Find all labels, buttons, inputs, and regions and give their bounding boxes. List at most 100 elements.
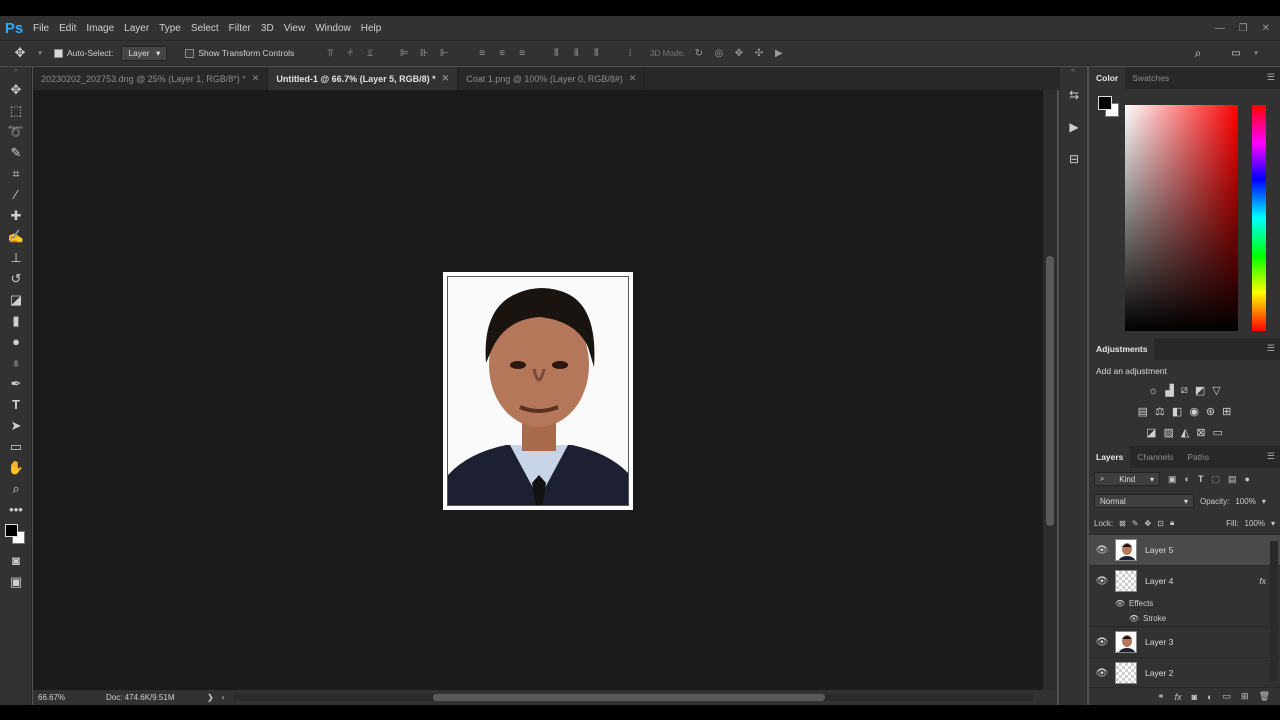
selective-color-icon[interactable]: ⊠ — [1196, 426, 1205, 439]
visibility-eye-icon[interactable]: 👁︎ — [1089, 614, 1143, 623]
panel-menu-icon[interactable]: ☰ — [1267, 451, 1275, 462]
visibility-eye-icon[interactable]: 👁︎ — [1089, 637, 1115, 648]
move-icon[interactable]: ✥ — [0, 79, 32, 100]
clone-stamp-icon[interactable]: ⊥ — [0, 247, 32, 268]
close-button[interactable]: ✕ — [1262, 23, 1270, 34]
show-transform-toggle[interactable]: Show Transform Controls — [185, 48, 294, 58]
visibility-eye-icon[interactable]: 👁︎ — [1089, 576, 1115, 587]
align-right-icon[interactable]: ⊩ — [438, 47, 450, 59]
document-canvas[interactable] — [443, 272, 633, 510]
3d-pan-icon[interactable]: ✥ — [733, 47, 745, 59]
auto-select-toggle[interactable]: Auto-Select: — [54, 48, 113, 58]
filter-kind-dropdown[interactable]: ⌕ Kind ▾ — [1094, 472, 1160, 486]
distribute-left-icon[interactable]: ⦀ — [550, 47, 562, 59]
tab-document-1[interactable]: 20230202_202753.dng @ 25% (Layer 1, RGB/… — [33, 67, 269, 90]
hue-slider[interactable] — [1252, 105, 1266, 331]
horizontal-scrollbar[interactable] — [233, 694, 1033, 701]
distribute-hcenter-icon[interactable]: ⦀ — [570, 47, 582, 59]
close-icon[interactable]: ✕ — [629, 73, 637, 84]
menu-select[interactable]: Select — [186, 23, 224, 34]
search-icon[interactable]: ⌕ — [1192, 46, 1204, 60]
tab-color[interactable]: Color — [1089, 67, 1126, 89]
new-group-icon[interactable]: ▭ — [1223, 691, 1232, 702]
menu-file[interactable]: File — [28, 23, 54, 34]
gradient-icon[interactable]: ▮ — [0, 310, 32, 331]
tab-document-3[interactable]: Coat 1.png @ 100% (Layer 0, RGB/8#) ✕ — [458, 67, 646, 90]
visibility-eye-icon[interactable]: 👁︎ — [1089, 545, 1115, 556]
fill-value[interactable]: 100% — [1245, 519, 1265, 528]
filter-toggle-icon[interactable]: ● — [1244, 474, 1249, 484]
tab-adjustments[interactable]: Adjustments — [1089, 338, 1155, 360]
distribute-right-icon[interactable]: ⦀ — [590, 47, 602, 59]
link-layers-icon[interactable]: ⚭ — [1157, 691, 1165, 702]
menu-view[interactable]: View — [279, 23, 311, 34]
tab-channels[interactable]: Channels — [1130, 446, 1180, 468]
more-tools-icon[interactable]: ••• — [0, 499, 32, 520]
color-field[interactable] — [1125, 105, 1238, 331]
visibility-eye-icon[interactable]: 👁︎ — [1089, 668, 1115, 679]
scroll-left-arrow[interactable]: ‹ — [222, 693, 225, 702]
path-select-icon[interactable]: ➤ — [0, 415, 32, 436]
chevron-down-icon[interactable]: ▾ — [1271, 519, 1275, 528]
vibrance-icon[interactable]: ▽ — [1212, 384, 1220, 397]
panel-menu-icon[interactable]: ☰ — [1267, 343, 1275, 354]
hand-icon[interactable]: ✋ — [0, 457, 32, 478]
menu-layer[interactable]: Layer — [119, 23, 154, 34]
minimize-button[interactable]: — — [1215, 23, 1225, 34]
curves-icon[interactable]: ⧄ — [1181, 384, 1188, 397]
photo-filter-icon[interactable]: ◉ — [1189, 405, 1199, 418]
close-icon[interactable]: ✕ — [252, 73, 260, 84]
panel-grip[interactable]: » — [0, 67, 31, 79]
align-top-icon[interactable]: ⫪ — [324, 47, 336, 59]
threshold-icon[interactable]: ◭ — [1181, 426, 1189, 439]
brightness-icon[interactable]: ☼ — [1148, 385, 1158, 397]
rectangle-icon[interactable]: ▭ — [0, 436, 32, 457]
distribute-vcenter-icon[interactable]: ≡ — [496, 47, 508, 59]
layer-thumbnail[interactable] — [1115, 662, 1137, 684]
canvas-workspace[interactable] — [33, 90, 1043, 690]
hue-saturation-icon[interactable]: ▤ — [1138, 405, 1148, 418]
move-tool-preset-icon[interactable]: ✥ — [14, 45, 26, 60]
layers-scrollbar[interactable] — [1270, 541, 1278, 681]
black-white-icon[interactable]: ◧ — [1172, 405, 1182, 418]
actions-play-icon[interactable]: ▶ — [1060, 111, 1088, 143]
menu-window[interactable]: Window — [310, 23, 356, 34]
color-lookup-icon[interactable]: ⊞ — [1222, 405, 1231, 418]
auto-select-target-dropdown[interactable]: Layer ▾ — [121, 45, 168, 61]
levels-icon[interactable]: ▟ — [1165, 384, 1173, 397]
stroke-effect-row[interactable]: 👁︎ Stroke — [1089, 611, 1280, 626]
workspace-icon[interactable]: ▭ — [1230, 47, 1242, 59]
filter-adjustment-icon[interactable]: ◐ — [1185, 474, 1190, 484]
blend-mode-dropdown[interactable]: Normal ▾ — [1094, 494, 1194, 508]
dodge-icon[interactable]: ♁ — [0, 352, 32, 373]
menu-3d[interactable]: 3D — [256, 23, 279, 34]
lock-artboard-icon[interactable]: ⊡ — [1157, 519, 1164, 528]
3d-roll-icon[interactable]: ◎ — [713, 47, 725, 59]
menu-type[interactable]: Type — [154, 23, 186, 34]
layer-row-layer-4[interactable]: 👁︎ Layer 4 fx ▴ — [1089, 565, 1280, 596]
status-menu-arrow[interactable]: ❯ — [207, 693, 214, 702]
lock-position-icon[interactable]: ✥ — [1145, 519, 1152, 528]
zoom-level[interactable]: 66.67% — [38, 693, 98, 702]
properties-panel-icon[interactable]: ⊟ — [1060, 143, 1088, 175]
opacity-value[interactable]: 100% — [1235, 497, 1255, 506]
panel-grip[interactable]: « — [1060, 67, 1086, 79]
posterize-icon[interactable]: ▨ — [1163, 426, 1173, 439]
lock-paint-icon[interactable]: ✎ — [1132, 519, 1139, 528]
tab-layers[interactable]: Layers — [1089, 446, 1131, 468]
scroll-thumb[interactable] — [433, 694, 825, 701]
3d-orbit-icon[interactable]: ↻ — [693, 47, 705, 59]
eraser-icon[interactable]: ◪ — [0, 289, 32, 310]
add-style-icon[interactable]: fx — [1175, 692, 1182, 702]
distribute-top-icon[interactable]: ≡ — [476, 47, 488, 59]
effects-row[interactable]: 👁︎ Effects — [1089, 596, 1280, 611]
invert-icon[interactable]: ◪ — [1146, 426, 1156, 439]
layer-name[interactable]: Layer 3 — [1145, 637, 1173, 647]
3d-slide-icon[interactable]: ✣ — [753, 47, 765, 59]
align-vcenter-icon[interactable]: ⫩ — [344, 47, 356, 59]
show-transform-checkbox[interactable] — [185, 48, 195, 58]
screen-mode-icon[interactable]: ▣ — [0, 571, 32, 592]
tab-swatches[interactable]: Swatches — [1125, 67, 1176, 89]
history-panel-icon[interactable]: ⇆ — [1060, 79, 1088, 111]
healing-brush-icon[interactable]: ✚ — [0, 205, 32, 226]
